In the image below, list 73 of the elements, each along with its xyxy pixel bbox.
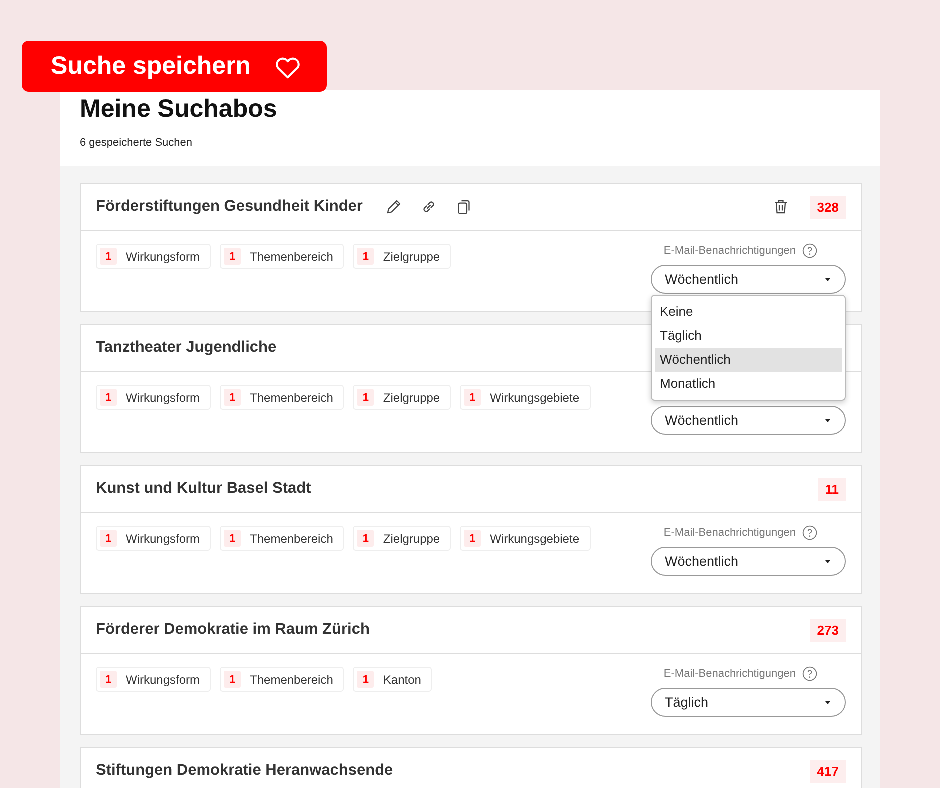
filter-label: Themenbereich xyxy=(250,672,334,686)
filter-count-badge: 1 xyxy=(357,389,374,406)
filter-label: Wirkungsform xyxy=(126,672,200,686)
filter-count-badge: 1 xyxy=(100,530,117,547)
search-name: Tanztheater Jugendliche xyxy=(96,339,277,357)
result-count-badge: 11 xyxy=(818,478,846,500)
filter-chip[interactable]: 1 Themenbereich xyxy=(220,244,344,269)
filter-count-badge: 1 xyxy=(100,248,117,265)
page-title: Meine Suchabos xyxy=(80,94,278,125)
filter-count-badge: 1 xyxy=(224,530,242,547)
filter-label: Zielgruppe xyxy=(383,390,440,404)
filter-label: Wirkungsform xyxy=(126,250,200,264)
filter-chip[interactable]: 1 Themenbereich xyxy=(220,667,344,692)
filter-chip[interactable]: 1 Wirkungsgebiete xyxy=(460,526,590,551)
filter-count-badge: 1 xyxy=(464,389,482,406)
filter-count-badge: 1 xyxy=(357,671,374,688)
filter-chip[interactable]: 1 Zielgruppe xyxy=(353,244,452,269)
filter-chip[interactable]: 1 Kanton xyxy=(353,667,432,692)
filter-label: Wirkungsgebiete xyxy=(490,532,580,546)
filter-chip[interactable]: 1 Wirkungsgebiete xyxy=(460,385,590,410)
filter-count-badge: 1 xyxy=(464,530,482,547)
frequency-dropdown[interactable]: Wöchentlich xyxy=(651,547,846,576)
filter-label: Zielgruppe xyxy=(383,532,440,546)
filter-chip[interactable]: 1 Themenbereich xyxy=(220,526,344,551)
dropdown-option[interactable]: Keine xyxy=(655,300,842,324)
search-name: Kunst und Kultur Basel Stadt xyxy=(96,480,312,498)
filter-label: Wirkungsform xyxy=(126,390,200,404)
notification-label: E-Mail-Benachrichtigungen xyxy=(664,245,796,257)
search-name: Förderstiftungen Gesundheit Kinder xyxy=(96,198,363,216)
frequency-dropdown[interactable]: Täglich xyxy=(651,688,846,717)
filter-chip[interactable]: 1 Wirkungsform xyxy=(96,667,212,692)
frequency-dropdown[interactable]: Wöchentlich xyxy=(651,265,846,294)
filter-chip[interactable]: 1 Zielgruppe xyxy=(353,385,452,410)
filter-count-badge: 1 xyxy=(224,248,242,265)
help-icon[interactable] xyxy=(802,525,818,541)
filter-label: Wirkungsgebiete xyxy=(490,390,580,404)
filter-label: Themenbereich xyxy=(250,532,334,546)
filter-chip[interactable]: 1 Wirkungsform xyxy=(96,526,212,551)
filter-count-badge: 1 xyxy=(100,389,117,406)
filter-label: Zielgruppe xyxy=(383,250,440,264)
notification-label: E-Mail-Benachrichtigungen xyxy=(664,527,796,539)
notification-label: E-Mail-Benachrichtigungen xyxy=(664,668,796,680)
help-icon[interactable] xyxy=(802,243,818,259)
caret-icon xyxy=(824,276,832,282)
filter-count-badge: 1 xyxy=(357,248,374,265)
result-count-badge: 273 xyxy=(810,618,846,642)
save-search-button[interactable]: Suche speichern xyxy=(22,41,327,92)
saved-count-text: 6 gespeicherte Suchen xyxy=(80,137,194,149)
dropdown-option[interactable]: Wöchentlich xyxy=(655,348,842,372)
dropdown-option[interactable]: Monatlich xyxy=(655,372,842,396)
filter-label: Kanton xyxy=(383,672,422,686)
caret-icon xyxy=(824,700,832,706)
caret-icon xyxy=(824,418,832,424)
filter-label: Themenbereich xyxy=(250,390,334,404)
result-count-badge: 328 xyxy=(810,196,846,218)
filter-count-badge: 1 xyxy=(357,530,374,547)
filter-chip[interactable]: 1 Zielgruppe xyxy=(353,526,452,551)
result-count-badge: 417 xyxy=(810,760,846,782)
filter-count-badge: 1 xyxy=(100,671,117,688)
filter-chip[interactable]: 1 Wirkungsform xyxy=(96,244,212,269)
help-icon[interactable] xyxy=(802,666,818,682)
filter-count-badge: 1 xyxy=(224,671,242,688)
filter-chip[interactable]: 1 Wirkungsform xyxy=(96,385,212,410)
filter-label: Wirkungsform xyxy=(126,532,200,546)
pencil-icon[interactable] xyxy=(384,198,403,216)
frequency-dropdown[interactable]: Wöchentlich xyxy=(651,406,846,435)
dropdown-option[interactable]: Täglich xyxy=(655,324,842,348)
filter-label: Themenbereich xyxy=(250,250,334,264)
filter-count-badge: 1 xyxy=(224,389,242,406)
search-name: Stiftungen Demokratie Heranwachsende xyxy=(96,762,394,780)
search-name: Förderer Demokratie im Raum Zürich xyxy=(96,621,370,639)
caret-icon xyxy=(824,558,832,564)
filter-chip[interactable]: 1 Themenbereich xyxy=(220,385,344,410)
